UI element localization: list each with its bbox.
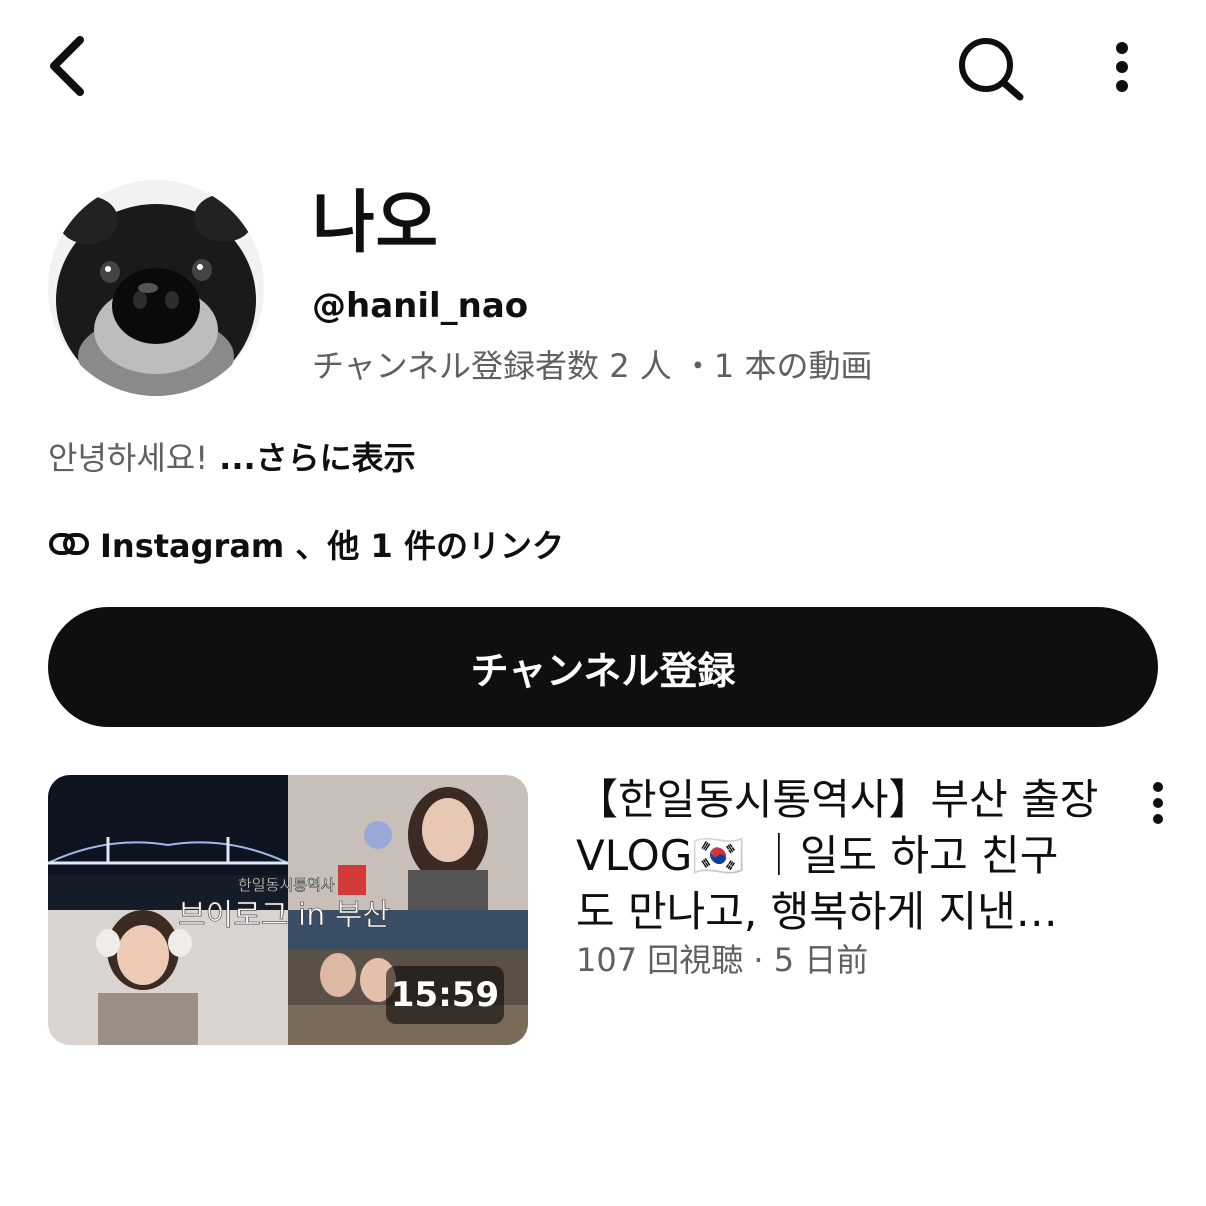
more-options-button[interactable]	[1102, 36, 1142, 98]
channel-description[interactable]: 안녕하세요! ...さらに表示	[48, 438, 416, 478]
thumb-overlay-small: 한일동시통역사	[238, 876, 335, 894]
subscribe-button[interactable]: チャンネル登録	[48, 607, 1158, 727]
link-icon	[49, 533, 89, 555]
show-more-link[interactable]: ...さらに表示	[208, 439, 415, 477]
channel-links[interactable]: Instagram 、他 1 件のリンク	[48, 522, 564, 566]
video-title[interactable]: 【한일동시통역사】부산 출장 VLOG🇰🇷 ｜일도 하고 친구 도 만나고, 행…	[576, 772, 1106, 940]
video-title-line: VLOG🇰🇷 ｜일도 하고 친구	[576, 831, 1059, 880]
channel-handle: @hanil_nao	[312, 286, 529, 326]
avatar[interactable]	[48, 180, 264, 396]
dog-avatar-image	[48, 180, 264, 396]
back-button[interactable]	[40, 30, 100, 102]
chevron-left-icon	[50, 36, 84, 96]
search-button[interactable]	[952, 34, 1028, 104]
video-title-line: 【한일동시통역사】부산 출장	[576, 775, 1099, 824]
channel-stats: チャンネル登録者数 2 人 ・1 本の動画	[312, 347, 873, 385]
description-text: 안녕하세요!	[48, 439, 209, 477]
channel-name: 나오	[312, 184, 440, 263]
video-title-line: 도 만나고, 행복하게 지낸…	[576, 887, 1058, 936]
more-vert-icon	[1116, 42, 1128, 92]
search-icon	[959, 38, 1024, 101]
thumb-overlay-large: 브이로그 in 부산	[178, 898, 390, 933]
video-options-button[interactable]	[1138, 780, 1178, 826]
video-duration: 15:59	[386, 966, 504, 1024]
video-meta: 107 回視聴 · 5 日前	[576, 941, 869, 979]
links-label: Instagram 、他 1 件のリンク	[100, 527, 564, 565]
more-vert-icon	[1153, 782, 1163, 824]
